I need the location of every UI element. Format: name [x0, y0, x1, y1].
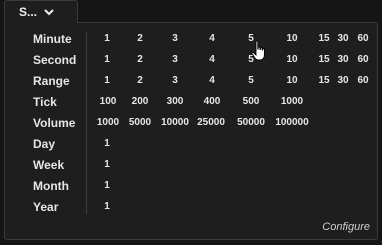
- interval-option[interactable]: 3: [172, 29, 178, 49]
- row-label: Month: [33, 179, 69, 193]
- interval-option[interactable]: 1: [104, 197, 110, 217]
- interval-option[interactable]: 1: [104, 29, 110, 49]
- interval-option[interactable]: 5: [248, 71, 254, 91]
- interval-row-year: Year 1: [0, 197, 382, 217]
- interval-option[interactable]: 1: [104, 155, 110, 175]
- interval-option[interactable]: 30: [337, 50, 348, 70]
- row-label: Second: [33, 53, 77, 67]
- interval-option[interactable]: 30: [337, 29, 348, 49]
- interval-option[interactable]: 300: [167, 92, 184, 112]
- interval-option[interactable]: 10: [286, 50, 297, 70]
- interval-row-day: Day 1: [0, 134, 382, 154]
- interval-option[interactable]: 15: [318, 29, 329, 49]
- interval-option[interactable]: 60: [357, 71, 368, 91]
- hand-pointer-icon: [251, 40, 265, 61]
- interval-option[interactable]: 4: [209, 71, 215, 91]
- interval-option[interactable]: 1: [104, 176, 110, 196]
- configure-link[interactable]: Configure: [322, 221, 370, 233]
- interval-option[interactable]: 400: [204, 92, 221, 112]
- interval-option[interactable]: 100: [100, 92, 117, 112]
- interval-option[interactable]: 15: [318, 71, 329, 91]
- interval-option[interactable]: 10000: [161, 113, 189, 133]
- interval-option[interactable]: 5000: [129, 113, 151, 133]
- interval-row-month: Month 1: [0, 176, 382, 196]
- interval-row-week: Week 1: [0, 155, 382, 175]
- interval-row-second: Second 1 2 3 4 5 10 15 30 60: [0, 50, 382, 70]
- interval-option[interactable]: 1: [104, 71, 110, 91]
- interval-option[interactable]: 10: [286, 29, 297, 49]
- interval-dropdown-tab[interactable]: S...: [4, 0, 78, 23]
- interval-option[interactable]: 4: [209, 29, 215, 49]
- interval-option[interactable]: 3: [172, 50, 178, 70]
- interval-option[interactable]: 60: [357, 50, 368, 70]
- interval-option[interactable]: 15: [318, 50, 329, 70]
- interval-option[interactable]: 25000: [197, 113, 225, 133]
- interval-option[interactable]: 1: [104, 50, 110, 70]
- interval-option[interactable]: 10: [286, 71, 297, 91]
- interval-row-range: Range 1 2 3 4 5 10 15 30 60: [0, 71, 382, 91]
- row-label: Week: [33, 158, 65, 172]
- interval-row-minute: Minute 1 2 3 4 5 10 15 30 60: [0, 29, 382, 49]
- interval-option[interactable]: 200: [132, 92, 149, 112]
- interval-row-tick: Tick 100 200 300 400 500 1000: [0, 92, 382, 112]
- interval-option[interactable]: 1: [104, 134, 110, 154]
- tab-label: S...: [19, 5, 38, 19]
- interval-option[interactable]: 4: [209, 50, 215, 70]
- interval-option[interactable]: 1000: [97, 113, 119, 133]
- row-label: Tick: [33, 95, 57, 109]
- interval-option[interactable]: 2: [137, 29, 143, 49]
- interval-option[interactable]: 60: [357, 29, 368, 49]
- row-label: Day: [33, 137, 56, 151]
- interval-option[interactable]: 30: [337, 71, 348, 91]
- interval-row-volume: Volume 1000 5000 10000 25000 50000 100000: [0, 113, 382, 133]
- row-label: Minute: [33, 32, 72, 46]
- row-label: Volume: [33, 116, 76, 130]
- interval-option[interactable]: 500: [243, 92, 260, 112]
- interval-option[interactable]: 2: [137, 50, 143, 70]
- interval-option[interactable]: 2: [137, 71, 143, 91]
- row-label: Range: [33, 74, 70, 88]
- interval-option[interactable]: 3: [172, 71, 178, 91]
- chevron-down-icon: [44, 9, 54, 16]
- interval-option[interactable]: 50000: [237, 113, 265, 133]
- row-label: Year: [33, 200, 59, 214]
- interval-option[interactable]: 1000: [281, 92, 303, 112]
- interval-option[interactable]: 100000: [275, 113, 308, 133]
